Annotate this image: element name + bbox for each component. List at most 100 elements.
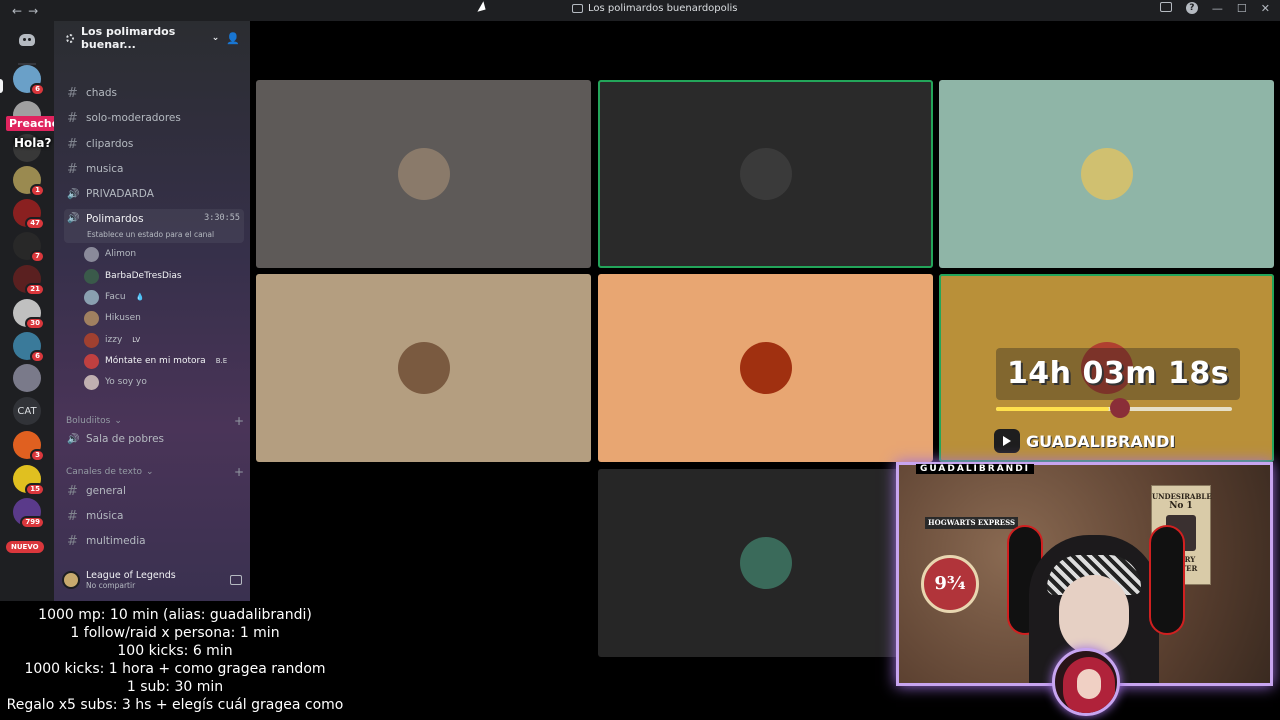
channel-label: chads: [86, 87, 117, 99]
headset-right: [1149, 525, 1185, 635]
youtube-icon: [994, 429, 1020, 453]
close-button[interactable]: ✕: [1261, 2, 1270, 15]
member-name: BarbaDeTresDias: [105, 271, 182, 281]
voice-status-prompt[interactable]: Establece un estado para el canal: [87, 230, 214, 239]
voice-channel-polimardos[interactable]: 🔊 Polimardos 3:30:55 Establece un estado…: [64, 209, 244, 243]
server-icon[interactable]: 30: [13, 299, 45, 330]
channel-chads[interactable]: # chads: [64, 83, 244, 103]
activity-subtitle: No compartir: [86, 581, 136, 590]
unread-badge: 30: [25, 317, 45, 330]
channel-label: Polimardos: [86, 213, 144, 225]
add-channel-icon[interactable]: +: [234, 465, 244, 479]
channel-privadarda[interactable]: 🔊 PRIVADARDA: [64, 184, 244, 204]
hash-icon: #: [67, 85, 78, 101]
participant-tile[interactable]: [598, 80, 933, 268]
voice-member[interactable]: izzy LV: [84, 331, 140, 349]
server-icon[interactable]: 1: [13, 166, 45, 197]
unread-badge: 7: [30, 250, 45, 263]
league-of-legends-icon: [62, 571, 80, 589]
unread-badge: 15: [25, 483, 45, 496]
channel-musica[interactable]: # musica: [64, 159, 244, 179]
participant-tile[interactable]: [256, 274, 591, 462]
discord-window: ← → Los polimardos buenardopolis ? — ☐ ✕…: [0, 0, 1280, 720]
channel-label: PRIVADARDA: [86, 188, 154, 200]
title-bar: ← → Los polimardos buenardopolis ? — ☐ ✕: [0, 0, 1280, 21]
voice-member[interactable]: Hikusen: [84, 309, 141, 327]
channel-name: GUADALIBRANDI: [1026, 431, 1176, 451]
member-tag: B.E: [215, 357, 228, 365]
channel-multimedia[interactable]: # multimedia: [64, 531, 244, 551]
server-cat[interactable]: CAT: [13, 397, 41, 425]
minimize-button[interactable]: —: [1212, 2, 1223, 15]
server-icon[interactable]: 3: [13, 431, 45, 462]
rule-line: 1000 mp: 10 min (alias: guadalibrandi): [38, 607, 312, 623]
participant-avatar: [397, 342, 450, 394]
overlay-message: Hola?: [14, 136, 52, 150]
guild-header[interactable]: Los polimardos buenar... ⌄ 👤: [54, 21, 250, 55]
window-title: Los polimardos buenardopolis: [572, 3, 738, 14]
add-user-icon[interactable]: 👤: [226, 32, 240, 45]
speaker-icon: 🔊: [67, 189, 80, 200]
participant-avatar: [397, 148, 450, 200]
voice-member[interactable]: Móntate en mi motora B.E: [84, 352, 227, 370]
guild-settings-icon: [66, 33, 75, 43]
voice-member[interactable]: Yo soy yo: [84, 373, 147, 391]
participant-tile[interactable]: [598, 274, 933, 462]
participant-tile[interactable]: [939, 80, 1274, 268]
server-icon[interactable]: [13, 364, 41, 392]
channel-label: Sala de pobres: [86, 433, 165, 445]
server-icon[interactable]: 21: [13, 265, 45, 296]
participant-tile[interactable]: [256, 80, 591, 268]
channel-label: solo-moderadores: [86, 112, 181, 124]
server-icon[interactable]: 47: [13, 199, 45, 230]
voice-channel-sala-de-pobres[interactable]: 🔊 Sala de pobres: [64, 429, 244, 449]
channel-label: musica: [86, 163, 124, 175]
timer-character-icon: [1110, 398, 1130, 418]
member-tag: LV: [132, 336, 141, 344]
speaker-icon: 🔊: [67, 213, 80, 224]
server-icon[interactable]: 799: [13, 498, 45, 529]
rule-line: Regalo x5 subs: 3 hs + elegís cuál grage…: [6, 697, 344, 713]
unread-badge: 6: [30, 83, 45, 96]
help-icon[interactable]: ?: [1185, 2, 1198, 14]
subathon-rules: 1000 mp: 10 min (alias: guadalibrandi) 1 …: [0, 606, 350, 714]
channel-musica-2[interactable]: # música: [64, 506, 244, 526]
member-name: Facu: [105, 292, 126, 302]
unread-badge: 1: [30, 184, 45, 197]
rule-line: 1000 kicks: 1 hora + como gragea random: [24, 661, 326, 677]
avatar: [84, 246, 99, 262]
participant-tile[interactable]: [598, 469, 933, 657]
new-badge: NUEVO: [6, 541, 44, 553]
channel-general[interactable]: # general: [64, 481, 244, 501]
hash-icon: #: [67, 161, 78, 177]
voice-member[interactable]: Facu 💧: [84, 288, 144, 306]
server-icon[interactable]: 7: [13, 232, 45, 263]
channel-clipardos[interactable]: # clipardos: [64, 134, 244, 154]
activity-panel[interactable]: League of Legends No compartir: [62, 565, 242, 595]
server-icon[interactable]: 15: [13, 465, 45, 496]
hogwarts-sign: HOGWARTS EXPRESS: [925, 517, 1019, 529]
participant-avatar: [739, 148, 792, 200]
category-boludiitos[interactable]: Boludiitos ⌄ +: [66, 414, 244, 428]
unread-badge: 3: [30, 449, 45, 462]
member-name: Hikusen: [105, 313, 141, 323]
forward-icon[interactable]: →: [28, 4, 38, 18]
channel-label: general: [86, 485, 126, 497]
hash-icon: #: [67, 110, 78, 126]
back-icon[interactable]: ←: [12, 4, 22, 18]
category-canales-de-texto[interactable]: Canales de texto ⌄ +: [66, 465, 244, 479]
speaker-icon: 🔊: [67, 434, 80, 445]
server-icon[interactable]: 6: [13, 65, 45, 96]
voice-member[interactable]: BarbaDeTresDias: [84, 267, 182, 285]
selected-server-pill: [0, 79, 3, 93]
maximize-button[interactable]: ☐: [1237, 2, 1247, 15]
voice-member[interactable]: Alimon: [84, 245, 136, 263]
add-channel-icon[interactable]: +: [234, 414, 244, 428]
rule-line: 1 follow/raid x persona: 1 min: [70, 625, 280, 641]
channel-solo-moderadores[interactable]: # solo-moderadores: [64, 108, 244, 128]
discord-home-icon[interactable]: [13, 26, 41, 54]
screen-share-icon[interactable]: [230, 575, 242, 585]
inbox-icon[interactable]: [1159, 2, 1172, 12]
hash-icon: #: [67, 483, 78, 499]
server-icon[interactable]: 6: [13, 332, 45, 363]
